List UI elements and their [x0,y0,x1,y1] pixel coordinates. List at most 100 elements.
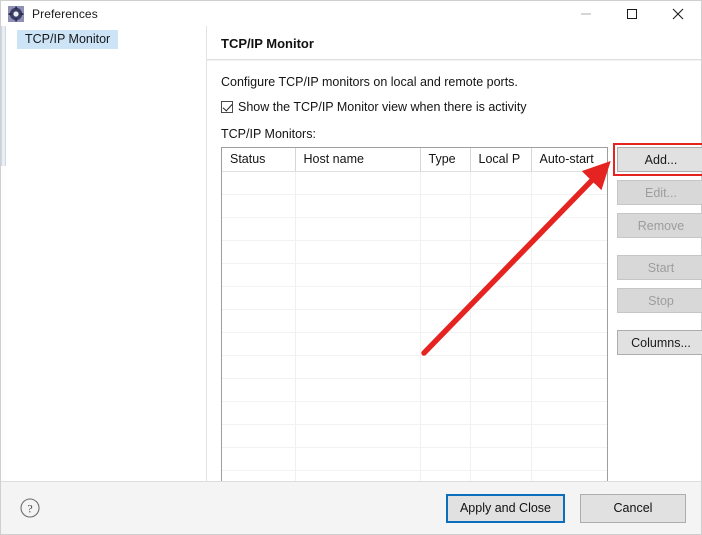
sidebar-scrollbar[interactable] [1,26,6,481]
cancel-button[interactable]: Cancel [580,493,686,523]
table-cell [222,194,296,218]
preferences-tree-panel: TCP/IP Monitor [1,26,207,481]
table-row[interactable] [222,217,607,241]
table-row[interactable] [222,286,607,310]
svg-text:?: ? [27,502,32,516]
table-row[interactable] [222,355,607,379]
preference-page: TCP/IP Monitor Configure TCP/IP monitors… [207,26,702,482]
window-title: Preferences [32,6,98,21]
table-cell [470,447,532,471]
table-header-row: Status Host name Type Local P Auto-start [222,148,607,172]
table-cell [295,355,421,379]
maximize-icon[interactable] [609,1,655,26]
table-row[interactable] [222,424,607,448]
help-question-icon[interactable]: ? [19,497,41,519]
table-cell [470,378,532,402]
table-cell [222,240,296,264]
table-cell [222,378,296,402]
preferences-tree: TCP/IP Monitor [1,26,206,49]
monitors-table-body [222,171,607,481]
table-cell [420,194,471,218]
sidebar-scrollbar-thumb[interactable] [1,26,6,166]
table-row[interactable] [222,332,607,356]
table-cell [222,447,296,471]
table-cell [222,424,296,448]
monitors-table-container[interactable]: Status Host name Type Local P Auto-start [221,147,608,482]
page-title: TCP/IP Monitor [221,36,314,51]
table-cell [222,355,296,379]
table-row[interactable] [222,263,607,287]
table-cell [470,171,532,195]
table-cell [470,194,532,218]
table-cell [531,332,607,356]
table-cell [531,401,607,425]
table-cell [531,355,607,379]
table-row[interactable] [222,171,607,195]
minimize-icon[interactable] [563,1,609,26]
stop-button: Stop [617,288,702,313]
table-row[interactable] [222,240,607,264]
table-cell [222,401,296,425]
table-cell [295,447,421,471]
table-cell [295,217,421,241]
table-row[interactable] [222,401,607,425]
table-cell [470,355,532,379]
show-view-checkbox-label: Show the TCP/IP Monitor view when there … [238,100,527,114]
table-cell [222,217,296,241]
dialog-footer: ? Apply and Close Cancel [1,481,701,534]
table-cell [222,309,296,333]
table-cell [420,378,471,402]
table-row[interactable] [222,447,607,471]
show-view-checkbox-row[interactable]: Show the TCP/IP Monitor view when there … [221,100,701,114]
table-cell [295,309,421,333]
add-button[interactable]: Add... [617,147,702,172]
monitors-table-area: Status Host name Type Local P Auto-start [221,143,702,482]
table-cell [222,171,296,195]
table-row[interactable] [222,309,607,333]
page-description: Configure TCP/IP monitors on local and r… [221,75,518,89]
table-cell [531,309,607,333]
preferences-dialog: Preferences TCP/IP Monitor TCP/IP Monito… [0,0,702,535]
table-cell [295,171,421,195]
column-header-type[interactable]: Type [420,148,471,172]
table-cell [420,309,471,333]
footer-button-group: Apply and Close Cancel [445,493,686,523]
close-icon[interactable] [655,1,701,26]
table-cell [420,240,471,264]
column-header-status[interactable]: Status [222,148,296,172]
preferences-gear-icon [8,5,24,22]
table-cell [295,424,421,448]
table-cell [420,263,471,287]
monitors-action-buttons: Add... Edit... Remove Start Stop Columns… [613,143,702,363]
table-cell [420,332,471,356]
table-cell [420,355,471,379]
table-cell [531,424,607,448]
table-cell [531,447,607,471]
show-view-checkbox[interactable] [221,101,233,113]
sidebar-item-tcpip-monitor[interactable]: TCP/IP Monitor [17,30,119,49]
title-bar: Preferences [1,1,701,26]
table-row[interactable] [222,194,607,218]
table-cell [420,286,471,310]
table-cell [470,424,532,448]
column-header-host-name[interactable]: Host name [295,148,421,172]
table-cell [420,217,471,241]
column-header-local-port[interactable]: Local P [470,148,532,172]
table-cell [470,309,532,333]
table-cell [295,286,421,310]
column-header-auto-start[interactable]: Auto-start [531,148,607,172]
edit-button: Edit... [617,180,702,205]
table-cell [295,240,421,264]
monitors-list-label: TCP/IP Monitors: [221,127,316,141]
table-cell [470,263,532,287]
apply-and-close-button[interactable]: Apply and Close [445,493,565,523]
table-row[interactable] [222,378,607,402]
table-cell [420,401,471,425]
columns-button[interactable]: Columns... [617,330,702,355]
start-button: Start [617,255,702,280]
table-cell [531,378,607,402]
table-cell [531,171,607,195]
remove-button: Remove [617,213,702,238]
table-cell [222,263,296,287]
table-cell [531,194,607,218]
